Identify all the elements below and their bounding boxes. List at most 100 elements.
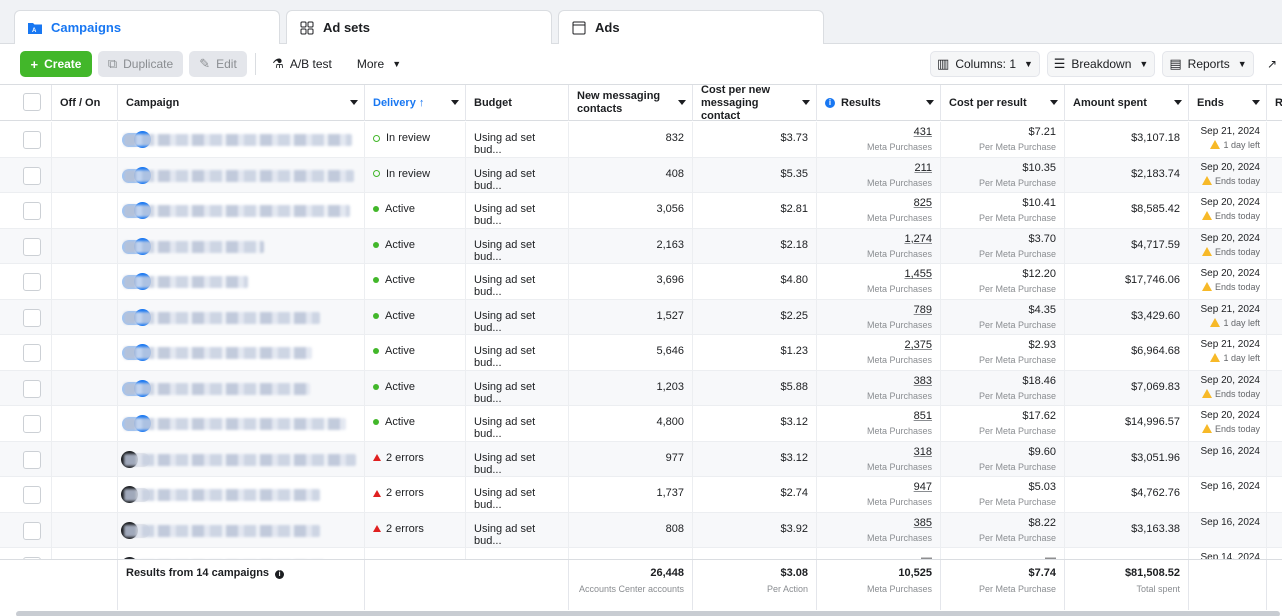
ends-cell: Sep 16, 2024 [1189,477,1267,512]
results-cell[interactable]: 1,455 Meta Purchases [817,264,941,299]
breakdown-button[interactable]: ☰ Breakdown ▼ [1047,51,1155,77]
table-row[interactable]: Active Using ad set bud... 2,163 $2.18 1,274… [0,228,1282,264]
cost-per-contact-cell: $2.25 [693,299,817,335]
budget-cell: Using ad set bud... [466,441,569,477]
row-checkbox[interactable] [23,202,41,220]
delivery-cell: Active [365,335,466,370]
row-checkbox[interactable] [23,237,41,256]
columns-button[interactable]: ▥ Columns: 1 ▼ [930,51,1040,77]
header-ends[interactable]: Ends [1189,85,1267,121]
row-checkbox[interactable] [23,308,41,327]
header-off-on[interactable]: Off / On [52,85,118,121]
results-cell[interactable]: 385 Meta Purchases [817,512,941,548]
results-cell[interactable]: 789 Meta Purchases [817,299,941,335]
campaign-name-cell[interactable] [118,157,365,193]
active-status-icon [373,419,379,426]
table-row[interactable]: Active Using ad set bud... 1,203 $5.88 383 Me… [0,370,1282,406]
campaign-name-cell[interactable] [118,299,365,335]
row-checkbox[interactable] [23,344,41,362]
cost-per-contact-cell: $2.18 [693,228,817,264]
contacts-cell: 3,056 [569,193,693,228]
table-row[interactable]: 2 errors Using ad set bud... 1,737 $2.74 947… [0,477,1282,513]
campaign-name-cell[interactable] [118,193,365,228]
results-cell[interactable]: 431 Meta Purchases [817,122,941,157]
row-checkbox[interactable] [23,131,41,149]
horizontal-scrollbar[interactable] [16,611,1280,616]
export-button[interactable]: ↗ [1262,51,1282,77]
results-cell[interactable]: 2,375 Meta Purchases [817,335,941,370]
row-checkbox[interactable] [23,521,41,540]
table-row[interactable]: Active Using ad set bud... 5,646 $1.23 2,375… [0,335,1282,371]
table-row[interactable]: Active Using ad set bud... 1,527 $2.25 789 Me… [0,299,1282,335]
svg-text:A: A [32,28,37,34]
amount-spent-cell: $8,585.42 [1065,193,1189,228]
header-results[interactable]: i Results [817,85,941,121]
select-all-checkbox[interactable] [23,93,41,111]
campaign-name-cell[interactable] [118,264,365,299]
table-row[interactable]: In review Using ad set bud... 408 $5.35 211 M… [0,157,1282,193]
row-checkbox[interactable] [23,486,41,504]
results-cell[interactable]: 947 Meta Purchases [817,477,941,512]
header-budget[interactable]: Budget [466,85,569,121]
ends-cell: Sep 16, 2024 [1189,512,1267,548]
row-checkbox[interactable] [23,415,41,433]
table-row[interactable]: 2 errors Using ad set bud... 977 $3.12 318 Me… [0,441,1282,477]
row-checkbox[interactable] [23,379,41,398]
cost-per-contact-cell: $3.92 [693,512,817,548]
row-checkbox[interactable] [23,166,41,185]
redacted-campaign-name [124,169,354,182]
table-row[interactable]: 2 errors Using ad set bud... 808 $3.92 385 Me… [0,512,1282,548]
contacts-cell: 977 [569,441,693,477]
toggle-cell [52,122,151,157]
tab-ads[interactable]: Ads [558,10,824,44]
campaign-name-cell[interactable] [118,477,365,512]
table-row[interactable]: Active Using ad set bud... 3,056 $2.81 825 Me… [0,193,1282,229]
redacted-campaign-name [124,240,264,253]
info-icon: i [275,570,285,579]
results-cell[interactable]: 1,274 Meta Purchases [817,228,941,264]
row-checkbox[interactable] [23,450,41,469]
header-next-column[interactable]: R [1267,85,1282,121]
results-cell[interactable]: 825 Meta Purchases [817,193,941,228]
results-cell[interactable]: 318 Meta Purchases [817,441,941,477]
results-cell[interactable]: 383 Meta Purchases [817,370,941,406]
toggle-cell [52,157,151,193]
results-cell[interactable]: 211 Meta Purchases [817,157,941,193]
review-status-icon [373,170,380,178]
campaign-name-cell[interactable] [118,512,365,548]
flask-icon: ⚗ [272,56,284,71]
header-cost-per-result[interactable]: Cost per result [941,85,1065,121]
create-button[interactable]: + Create [20,51,92,77]
campaign-name-cell[interactable] [118,228,365,264]
tab-campaigns[interactable]: A Campaigns [14,10,280,44]
row-checkbox[interactable] [23,273,41,291]
ab-test-button[interactable]: ⚗ A/B test [262,51,342,77]
edit-button[interactable]: ✎ Edit [189,51,247,77]
amount-spent-cell: $3,429.60 [1065,299,1189,335]
table-row[interactable]: Active Using ad set bud... 4,800 $3.12 851 Me… [0,406,1282,442]
table-row[interactable]: In review Using ad set bud... 832 $3.73 431 M… [0,122,1282,158]
more-button[interactable]: More ▼ [350,51,408,77]
delivery-cell: Active [365,299,466,335]
tab-ad-sets[interactable]: Ad sets [286,10,552,44]
reports-button[interactable]: ▤ Reports ▼ [1162,51,1254,77]
header-delivery[interactable]: Delivery ↑ [365,85,466,121]
header-new-contacts[interactable]: New messaging contacts [569,85,693,121]
table-row[interactable]: Active Using ad set bud... 3,696 $4.80 1,455… [0,264,1282,300]
campaign-name-cell[interactable] [118,406,365,441]
header-cost-per-contact[interactable]: Cost per new messaging contact [693,85,817,122]
campaign-name-cell[interactable] [118,370,365,406]
campaign-name-cell[interactable] [118,441,365,477]
cost-per-result-cell: $18.46 Per Meta Purchase [941,370,1065,406]
campaign-name-cell[interactable] [118,335,365,370]
row-select [0,406,52,441]
budget-cell: Using ad set bud... [466,228,569,264]
header-select-all[interactable] [0,85,52,121]
header-campaign[interactable]: Campaign [118,85,365,121]
header-amount-spent[interactable]: Amount spent [1065,85,1189,121]
contacts-cell: 5,646 [569,335,693,370]
delivery-cell: In review [365,122,466,157]
duplicate-button[interactable]: ⧉ Duplicate [98,51,183,77]
results-cell[interactable]: 851 Meta Purchases [817,406,941,441]
campaign-name-cell[interactable] [118,122,365,157]
